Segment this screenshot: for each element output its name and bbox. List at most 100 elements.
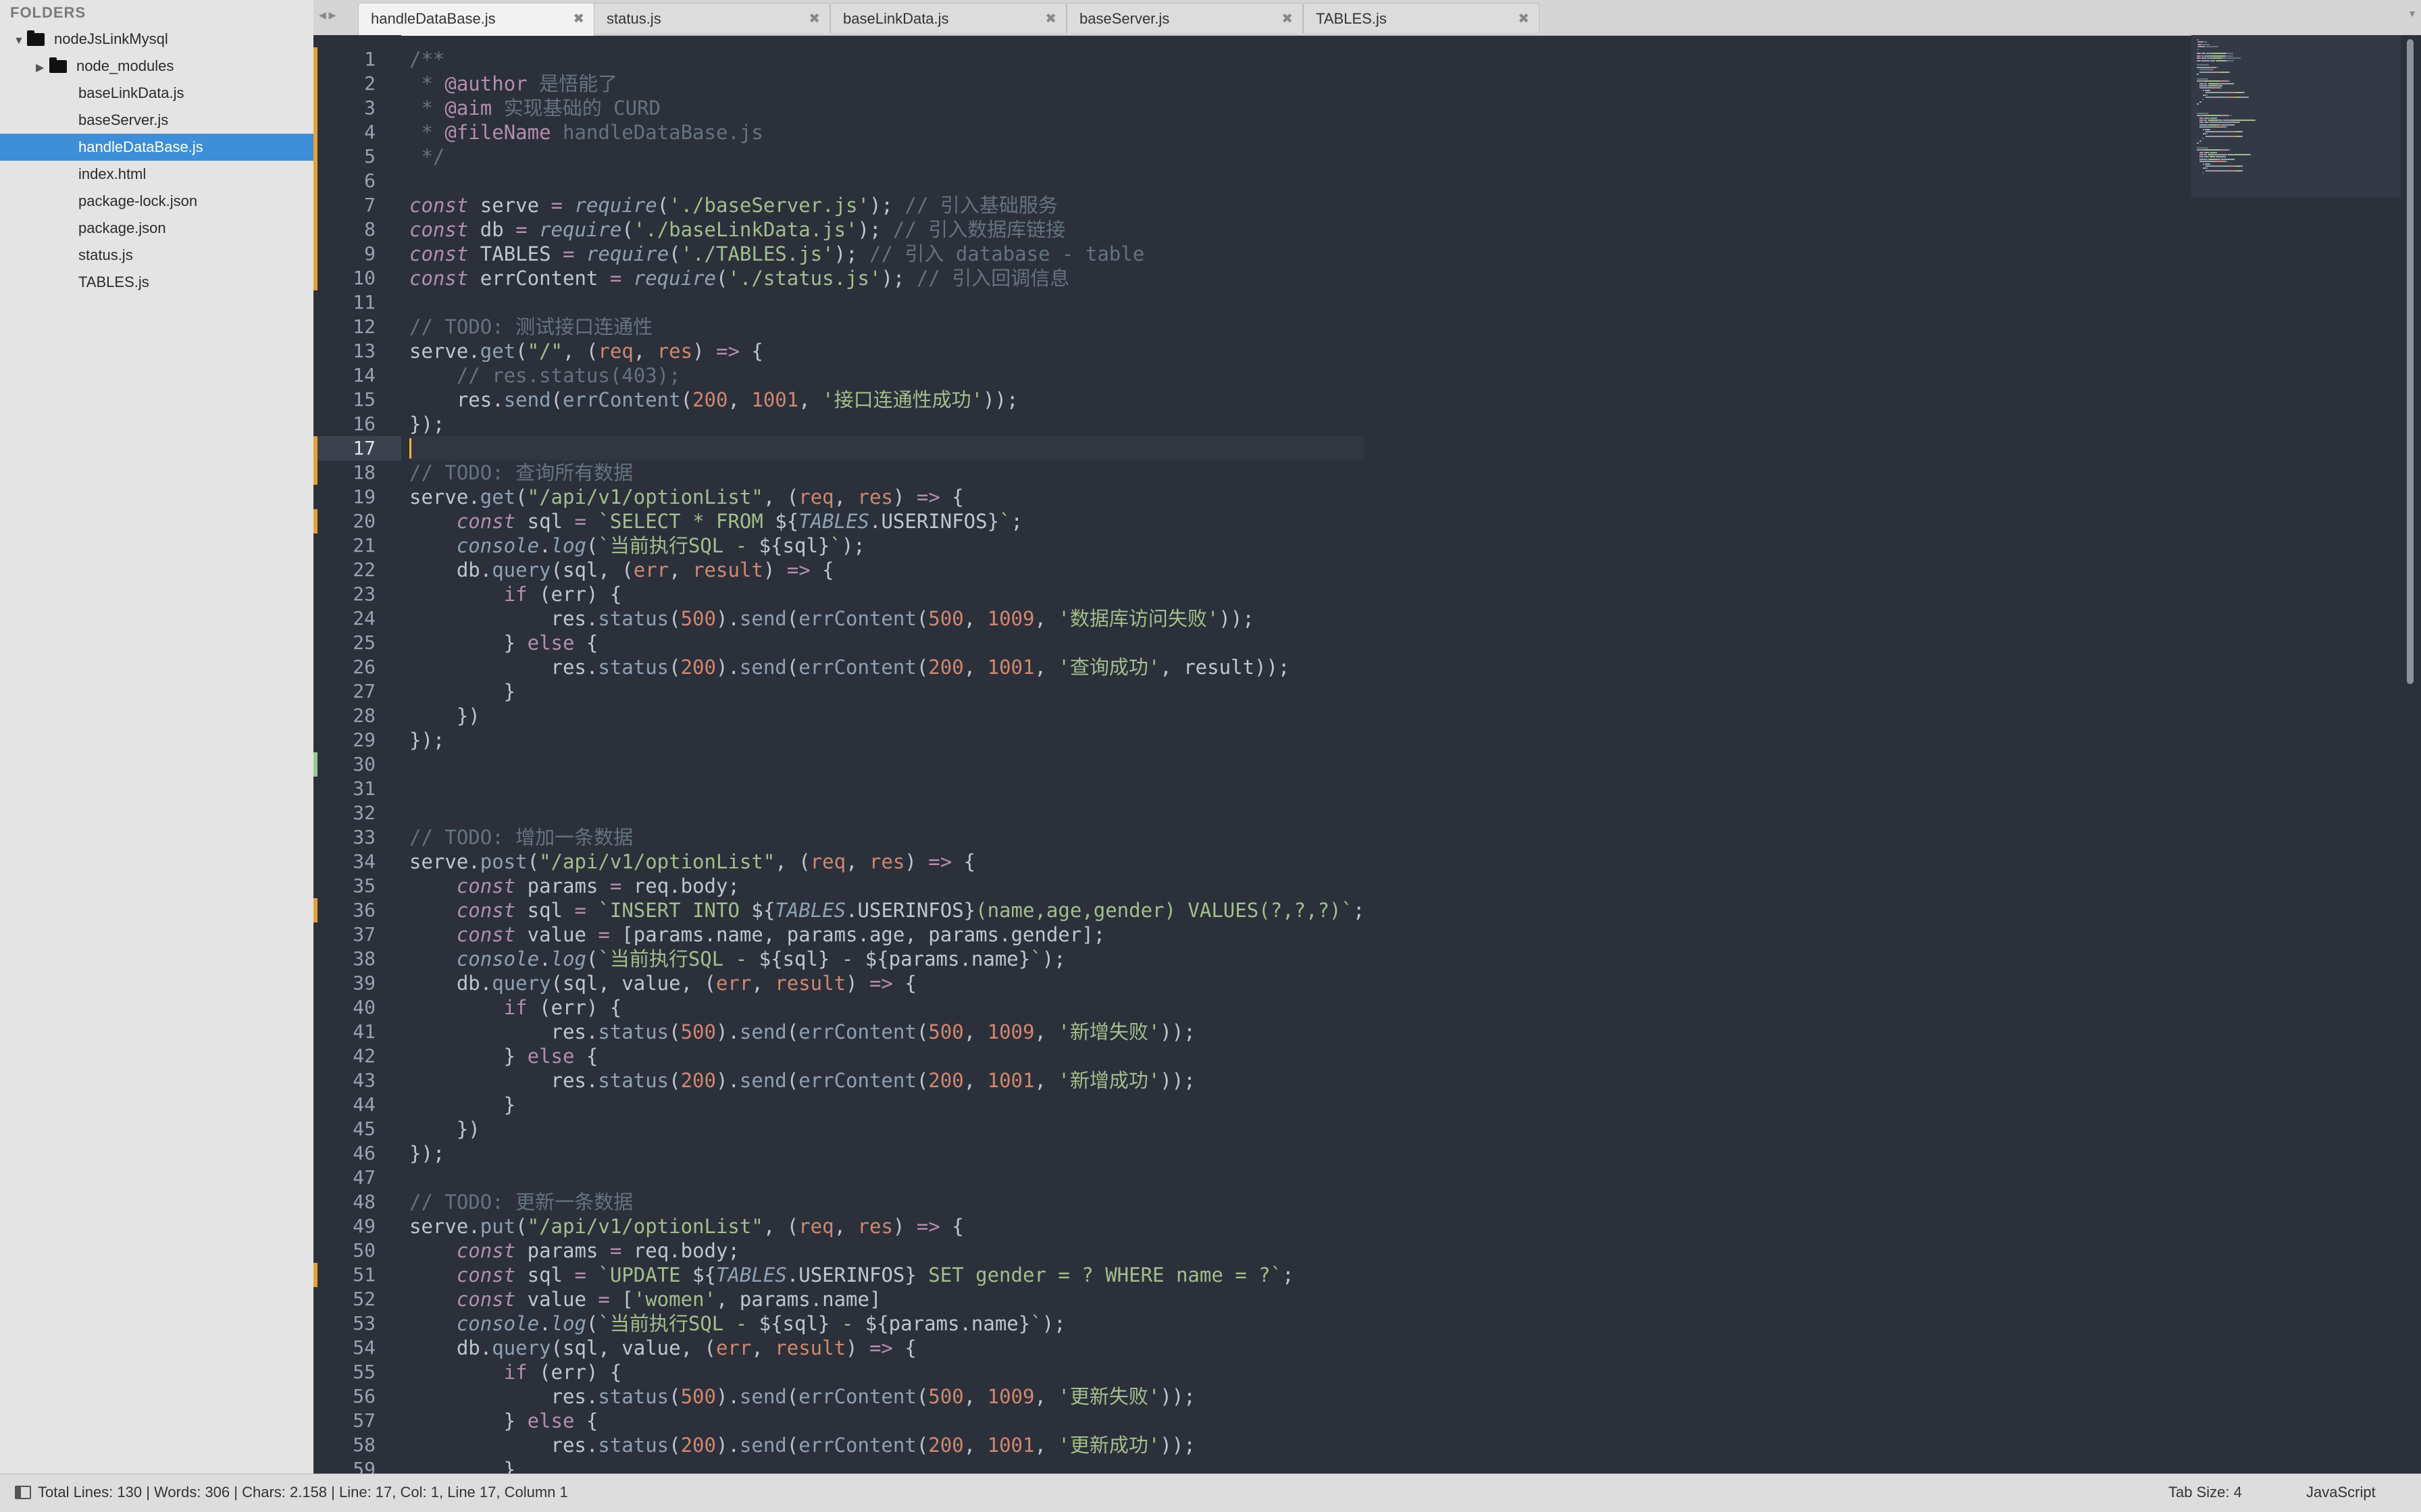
code-line[interactable]: }) (409, 704, 1365, 728)
sidebar-item-handledatabase[interactable]: handleDataBase.js (0, 134, 313, 161)
line-number[interactable]: 36 (313, 898, 401, 922)
sidebar-item-tables[interactable]: TABLES.js (0, 269, 313, 296)
code-line[interactable]: serve.get("/api/v1/optionList", (req, re… (409, 485, 1365, 509)
tab-tables[interactable]: TABLES.js ✖ (1303, 3, 1539, 33)
code-line[interactable]: // TODO: 测试接口连通性 (409, 315, 1365, 339)
sidebar-item-index-html[interactable]: index.html (0, 161, 313, 188)
code-line[interactable]: const value = [params.name, params.age, … (409, 922, 1365, 947)
scrollbar-thumb[interactable] (2407, 39, 2414, 684)
tab-nav-arrows-icon[interactable]: ◀ ▶ (319, 9, 336, 21)
line-number[interactable]: 12 (313, 315, 401, 339)
line-number[interactable]: 30 (313, 752, 401, 777)
chevron-down-icon[interactable]: ▼ (14, 28, 27, 55)
line-number[interactable]: 22 (313, 558, 401, 582)
code-line[interactable]: res.status(200).send(errContent(200, 100… (409, 1068, 1365, 1093)
code-line[interactable]: db.query(sql, value, (err, result) => { (409, 971, 1365, 995)
line-number[interactable]: 13 (313, 339, 401, 363)
code-line[interactable]: // res.status(403); (409, 363, 1365, 388)
line-number[interactable]: 54 (313, 1336, 401, 1360)
code-line[interactable]: res.status(500).send(errContent(500, 100… (409, 1384, 1365, 1409)
line-number[interactable]: 58 (313, 1433, 401, 1457)
code-line[interactable]: }) (409, 1117, 1365, 1141)
sidebar-item-package-lock[interactable]: package-lock.json (0, 188, 313, 215)
line-number[interactable]: 1 (313, 47, 401, 72)
line-number[interactable]: 47 (313, 1166, 401, 1190)
close-icon[interactable]: ✖ (573, 10, 584, 27)
line-number[interactable]: 29 (313, 728, 401, 752)
code-line[interactable]: console.log(`当前执行SQL - ${sql}`); (409, 533, 1365, 558)
code-line[interactable]: } else { (409, 631, 1365, 655)
line-number[interactable]: 15 (313, 388, 401, 412)
code-line[interactable]: // TODO: 更新一条数据 (409, 1190, 1365, 1214)
tab-baselinkdata[interactable]: baseLinkData.js ✖ (830, 3, 1067, 33)
line-number[interactable]: 55 (313, 1360, 401, 1384)
line-number[interactable]: 39 (313, 971, 401, 995)
code-line[interactable]: * @author 是悟能了 (409, 72, 1365, 96)
line-number[interactable]: 40 (313, 995, 401, 1020)
code-line[interactable]: // TODO: 增加一条数据 (409, 825, 1365, 850)
close-icon[interactable]: ✖ (809, 10, 820, 27)
line-number[interactable]: 17 (313, 436, 401, 461)
code-line[interactable]: const sql = `INSERT INTO ${TABLES.USERIN… (409, 898, 1365, 922)
code-line[interactable]: */ (409, 145, 1365, 169)
code-line[interactable] (409, 1166, 1365, 1190)
code-line[interactable]: console.log(`当前执行SQL - ${sql} - ${params… (409, 947, 1365, 971)
code-line[interactable]: const value = ['women', params.name] (409, 1287, 1365, 1311)
line-number[interactable]: 51 (313, 1263, 401, 1287)
line-number[interactable]: 7 (313, 193, 401, 217)
line-number[interactable]: 10 (313, 266, 401, 290)
code-line[interactable]: serve.get("/", (req, res) => { (409, 339, 1365, 363)
line-number[interactable]: 16 (313, 412, 401, 436)
code-line[interactable] (409, 436, 1365, 461)
code-line[interactable]: const params = req.body; (409, 874, 1365, 898)
line-number[interactable]: 28 (313, 704, 401, 728)
line-number[interactable]: 41 (313, 1020, 401, 1044)
code-line[interactable]: serve.put("/api/v1/optionList", (req, re… (409, 1214, 1365, 1239)
close-icon[interactable]: ✖ (1281, 10, 1293, 27)
code-line[interactable]: db.query(sql, value, (err, result) => { (409, 1336, 1365, 1360)
line-number[interactable]: 35 (313, 874, 401, 898)
code-line[interactable]: db.query(sql, (err, result) => { (409, 558, 1365, 582)
line-number[interactable]: 44 (313, 1093, 401, 1117)
line-number[interactable]: 43 (313, 1068, 401, 1093)
line-number[interactable]: 20 (313, 509, 401, 533)
line-number[interactable]: 45 (313, 1117, 401, 1141)
line-number[interactable]: 42 (313, 1044, 401, 1068)
code-line[interactable]: } (409, 1457, 1365, 1474)
vertical-scrollbar[interactable] (2401, 35, 2421, 1474)
line-number[interactable]: 57 (313, 1409, 401, 1433)
line-number[interactable]: 3 (313, 96, 401, 120)
line-number[interactable]: 49 (313, 1214, 401, 1239)
code-line[interactable] (409, 777, 1365, 801)
code-line[interactable]: serve.post("/api/v1/optionList", (req, r… (409, 850, 1365, 874)
sidebar-item-nodejslinkmysql[interactable]: ▼ nodeJsLinkMysql (0, 26, 313, 53)
sidebar-item-status[interactable]: status.js (0, 242, 313, 269)
code-line[interactable]: const sql = `UPDATE ${TABLES.USERINFOS} … (409, 1263, 1365, 1287)
sidebar-item-package-json[interactable]: package.json (0, 215, 313, 242)
code-editor[interactable]: /** * @author 是悟能了 * @aim 实现基础的 CURD * @… (401, 35, 2191, 1474)
sidebar-item-node-modules[interactable]: ▶ node_modules (0, 53, 313, 80)
line-number[interactable]: 27 (313, 679, 401, 704)
code-line[interactable] (409, 801, 1365, 825)
code-line[interactable]: const serve = require('./baseServer.js')… (409, 193, 1365, 217)
line-number[interactable]: 26 (313, 655, 401, 679)
code-line[interactable]: } else { (409, 1409, 1365, 1433)
line-number[interactable]: 24 (313, 606, 401, 631)
sidebar-item-baselinkdata[interactable]: baseLinkData.js (0, 80, 313, 107)
line-number[interactable]: 52 (313, 1287, 401, 1311)
line-number[interactable]: 46 (313, 1141, 401, 1166)
minimap[interactable] (2191, 35, 2401, 1474)
chevron-right-icon[interactable]: ▶ (36, 55, 49, 82)
tab-handledatabase[interactable]: handleDataBase.js ✖ (358, 3, 594, 36)
line-number[interactable]: 25 (313, 631, 401, 655)
line-number[interactable]: 2 (313, 72, 401, 96)
syntax-selector[interactable]: JavaScript (2306, 1484, 2376, 1501)
code-line[interactable]: if (err) { (409, 582, 1365, 606)
close-icon[interactable]: ✖ (1045, 10, 1056, 27)
sidebar-item-baseserver[interactable]: baseServer.js (0, 107, 313, 134)
code-line[interactable]: // TODO: 查询所有数据 (409, 461, 1365, 485)
line-number[interactable]: 23 (313, 582, 401, 606)
line-number[interactable]: 50 (313, 1239, 401, 1263)
line-number[interactable]: 11 (313, 290, 401, 315)
code-line[interactable]: }); (409, 728, 1365, 752)
